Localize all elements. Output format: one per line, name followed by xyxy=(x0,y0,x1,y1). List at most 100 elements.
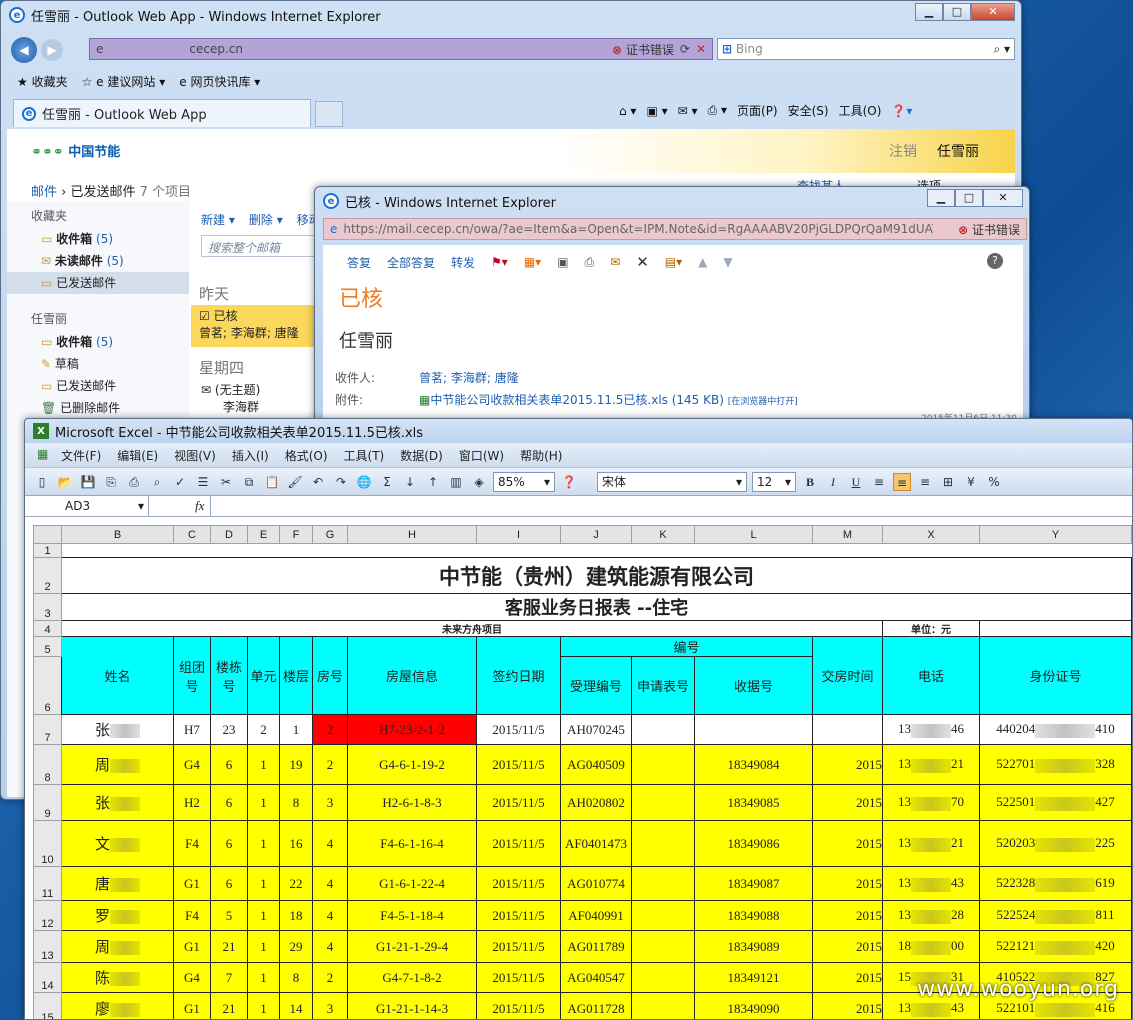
header-cell[interactable]: 电话 xyxy=(882,636,980,715)
phone-cell[interactable]: 13 70 xyxy=(882,784,980,821)
data-cell[interactable]: AG040547 xyxy=(560,962,632,993)
row-header[interactable]: 14 xyxy=(33,962,62,993)
drawing-icon[interactable]: ◈ xyxy=(470,473,488,491)
col-header[interactable]: L xyxy=(694,525,813,544)
data-cell[interactable]: F4 xyxy=(173,900,211,931)
data-cell[interactable]: 6 xyxy=(210,866,248,901)
cert-error[interactable]: ⊗ 证书错误 xyxy=(612,41,674,58)
data-cell[interactable]: G1 xyxy=(173,866,211,901)
data-cell[interactable]: 2015 xyxy=(812,820,883,867)
data-cell[interactable]: G4-6-1-19-2 xyxy=(347,744,477,785)
copy-icon[interactable]: ⧉ xyxy=(240,473,258,491)
chart-icon[interactable]: ▥ xyxy=(447,473,465,491)
merge-icon[interactable]: ⊞ xyxy=(939,473,957,491)
phone-cell[interactable]: 13 21 xyxy=(882,820,980,867)
col-header[interactable]: J xyxy=(560,525,632,544)
menu-format[interactable]: 格式(O) xyxy=(285,447,328,464)
row-header[interactable]: 8 xyxy=(33,744,62,785)
fav-suggested[interactable]: ☆ e 建议网站 ▾ xyxy=(82,73,166,90)
id-cell[interactable]: 520203 225 xyxy=(979,820,1132,867)
name-cell[interactable]: 唐 xyxy=(61,866,174,901)
data-cell[interactable]: 3 xyxy=(312,784,348,821)
data-cell[interactable]: 1 xyxy=(247,930,280,963)
data-cell[interactable]: 8 xyxy=(279,962,313,993)
data-cell[interactable]: 2015/11/5 xyxy=(476,820,561,867)
data-cell[interactable]: 18349087 xyxy=(694,866,813,901)
msg-minimize-button[interactable]: ▁ xyxy=(927,189,955,207)
data-cell[interactable]: AH070245 xyxy=(560,714,632,745)
data-cell[interactable]: 2 xyxy=(312,962,348,993)
header-cell[interactable]: 交房时间 xyxy=(812,636,883,715)
col-header[interactable]: M xyxy=(812,525,883,544)
stop-icon[interactable]: ✕ xyxy=(696,42,706,56)
up-icon[interactable]: ▲ xyxy=(698,255,707,269)
fav-sent[interactable]: ▭ 已发送邮件 xyxy=(7,272,189,294)
data-cell[interactable]: 2015/11/5 xyxy=(476,992,561,1019)
data-cell[interactable]: 2015 xyxy=(812,784,883,821)
header-cell[interactable]: 编号 xyxy=(560,636,813,657)
sort-asc-icon[interactable]: ↓ xyxy=(401,473,419,491)
data-cell[interactable]: 1 xyxy=(279,714,313,745)
excel-titlebar[interactable]: X Microsoft Excel - 中节能公司收款相关表单2015.11.5已… xyxy=(25,419,1132,443)
data-cell[interactable]: G1-6-1-22-4 xyxy=(347,866,477,901)
workbook-icon[interactable]: ▦ xyxy=(37,447,48,461)
data-cell[interactable]: 1 xyxy=(247,866,280,901)
data-cell[interactable]: 2 xyxy=(247,714,280,745)
phone-cell[interactable]: 18 00 xyxy=(882,930,980,963)
id-cell[interactable]: 522501 427 xyxy=(979,784,1132,821)
preview-icon[interactable]: ⌕ xyxy=(148,473,166,491)
data-cell[interactable]: AH020802 xyxy=(560,784,632,821)
row-header[interactable]: 9 xyxy=(33,784,62,821)
font-combo[interactable]: 宋体 ▾ xyxy=(597,471,747,492)
new-doc-icon[interactable]: ▯ xyxy=(33,473,51,491)
header-cell[interactable]: 房号 xyxy=(312,636,348,715)
data-cell[interactable]: 2015/11/5 xyxy=(476,962,561,993)
row-header[interactable]: 12 xyxy=(33,900,62,931)
report-title[interactable]: 客服业务日报表 --住宅 xyxy=(61,593,1132,621)
header-cell[interactable]: 组团号 xyxy=(173,636,211,715)
data-cell[interactable]: 1 xyxy=(247,900,280,931)
align-right-icon[interactable]: ≡ xyxy=(916,473,934,491)
data-cell[interactable]: 14 xyxy=(279,992,313,1019)
owa-address-bar[interactable]: e cecep.cn ⊗ 证书错误 ⟳ ✕ xyxy=(89,38,713,60)
header-cell[interactable]: 单元 xyxy=(247,636,280,715)
open-icon[interactable]: 📂 xyxy=(56,473,74,491)
header-cell[interactable]: 身份证号 xyxy=(979,636,1132,715)
data-cell[interactable]: G1 xyxy=(173,930,211,963)
data-cell[interactable]: H7 xyxy=(173,714,211,745)
help-msg-icon[interactable]: ? xyxy=(987,253,1003,269)
data-cell[interactable]: 2015 xyxy=(812,900,883,931)
data-cell[interactable]: AG010774 xyxy=(560,866,632,901)
data-cell[interactable]: 6 xyxy=(210,784,248,821)
down-icon[interactable]: ▼ xyxy=(723,255,732,269)
user-sent[interactable]: ▭ 已发送邮件 xyxy=(7,375,189,397)
cmd-tools[interactable]: 工具(O) xyxy=(839,102,882,119)
data-cell[interactable]: 18 xyxy=(279,900,313,931)
data-cell[interactable]: 7 xyxy=(210,962,248,993)
message-item-selected[interactable]: ☑ 已核 曾茗; 李海群; 唐隆 xyxy=(191,305,321,347)
data-cell[interactable]: 18349088 xyxy=(694,900,813,931)
message-address-bar[interactable]: e https://mail.cecep.cn/owa/?ae=Item&a=Op… xyxy=(323,218,1027,240)
zoom-combo[interactable]: 85% ▾ xyxy=(493,471,555,492)
fx-icon[interactable]: fx xyxy=(195,498,204,514)
data-cell[interactable]: 16 xyxy=(279,820,313,867)
name-cell[interactable]: 陈 xyxy=(61,962,174,993)
header-cell[interactable]: 签约日期 xyxy=(476,636,561,715)
row-header[interactable]: 10 xyxy=(33,820,62,867)
msg-cert-error[interactable]: ⊗ 证书错误 xyxy=(958,221,1020,238)
browser-tab[interactable]: e 任雪丽 - Outlook Web App xyxy=(13,99,311,127)
save-icon[interactable]: 💾 xyxy=(79,473,97,491)
id-cell[interactable]: 522328 619 xyxy=(979,866,1132,901)
col-header[interactable]: H xyxy=(347,525,477,544)
message-item[interactable]: ✉ (无主题) 李海群 xyxy=(201,381,321,415)
delete-icon[interactable]: ✕ xyxy=(636,253,649,271)
col-header[interactable]: F xyxy=(279,525,313,544)
fav-webslice[interactable]: e 网页快讯库 ▾ xyxy=(179,73,260,90)
user-name[interactable]: 任雪丽 xyxy=(937,141,979,161)
currency-icon[interactable]: ¥ xyxy=(962,473,980,491)
data-cell[interactable]: 18349089 xyxy=(694,930,813,963)
checkbox-icon[interactable]: ☑ xyxy=(199,309,210,323)
user-drafts[interactable]: ✎ 草稿 xyxy=(7,353,189,375)
fav-inbox[interactable]: ▭ 收件箱 (5) xyxy=(7,228,189,250)
mail-icon[interactable]: ✉ ▾ xyxy=(678,104,698,118)
